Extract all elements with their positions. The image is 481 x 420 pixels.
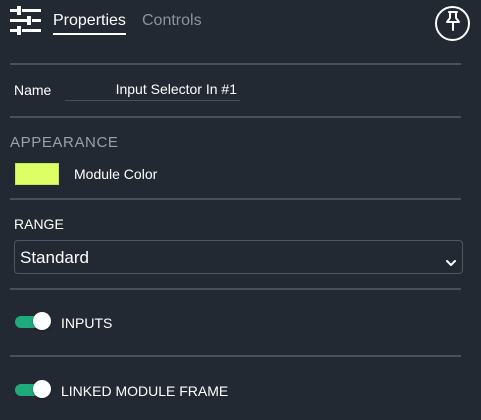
divider [10, 198, 461, 200]
toggle-knob [33, 312, 51, 330]
divider [10, 116, 461, 118]
name-label: Name [14, 82, 52, 98]
inputs-toggle[interactable] [15, 312, 51, 332]
toggle-knob [33, 380, 51, 398]
pin-icon [444, 11, 462, 36]
range-selected-value: Standard [20, 248, 89, 267]
tab-controls[interactable]: Controls [142, 11, 202, 31]
linked-module-frame-toggle-label: LINKED MODULE FRAME [61, 383, 229, 399]
inputs-toggle-label: INPUTS [61, 315, 113, 331]
range-label: RANGE [14, 216, 64, 232]
linked-module-frame-toggle[interactable] [15, 380, 51, 400]
divider [10, 355, 461, 357]
pin-button[interactable] [435, 6, 470, 41]
divider [10, 63, 461, 65]
module-color-swatch[interactable] [15, 163, 59, 185]
tab-properties[interactable]: Properties [53, 11, 126, 35]
sliders-icon[interactable] [10, 6, 42, 36]
range-select[interactable]: Standard [14, 240, 463, 274]
panel-header: Properties Controls [0, 0, 481, 46]
name-field[interactable] [65, 80, 240, 101]
divider [10, 288, 461, 290]
chevron-down-icon [446, 254, 456, 266]
appearance-title: APPEARANCE [10, 134, 119, 151]
module-color-label: Module Color [74, 166, 158, 182]
